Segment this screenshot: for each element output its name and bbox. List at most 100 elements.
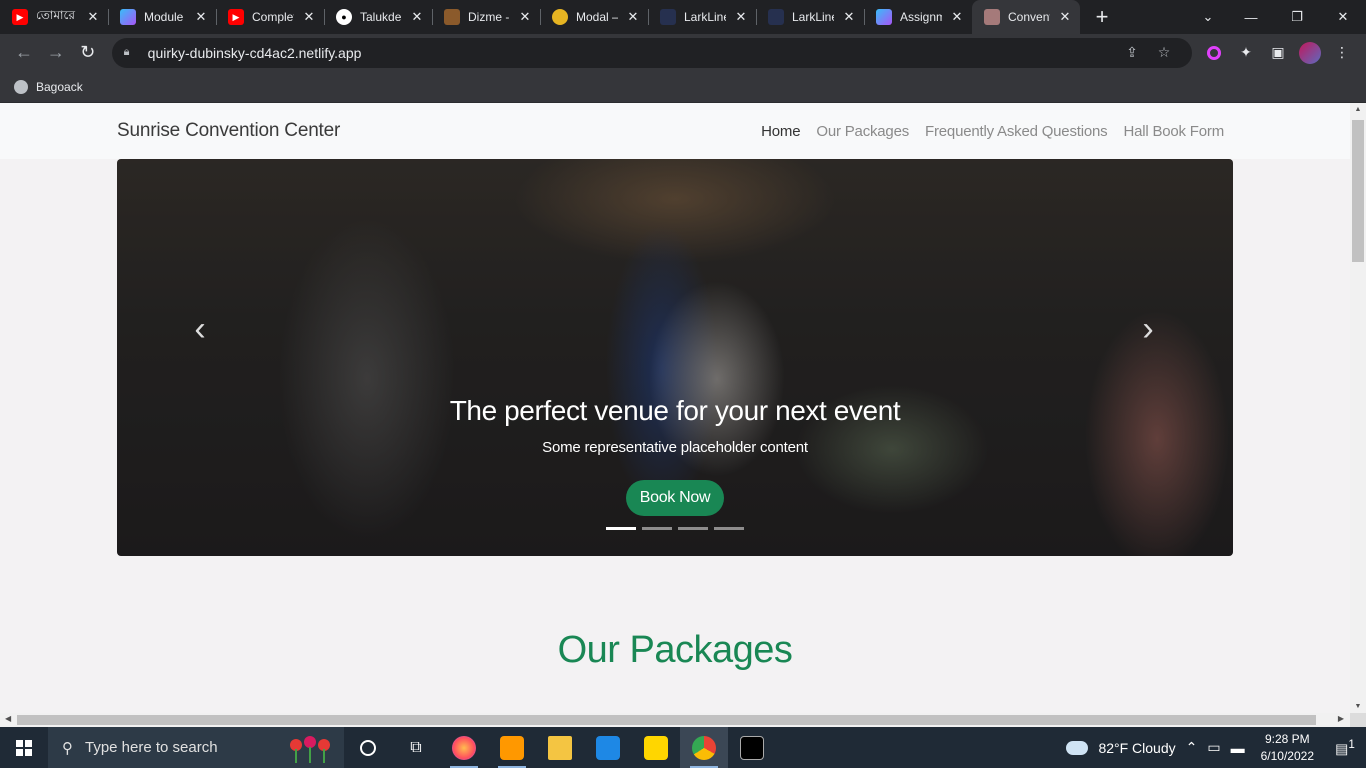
browser-tab[interactable]: ▶ Complet ✕: [216, 0, 324, 34]
media-player-icon[interactable]: [632, 727, 680, 768]
carousel-prev-button[interactable]: ‹: [185, 309, 215, 349]
site-brand[interactable]: Sunrise Convention Center: [117, 120, 340, 142]
nav-link-home[interactable]: Home: [761, 123, 800, 140]
browser-tab[interactable]: Assignm ✕: [864, 0, 972, 34]
tab-search-icon[interactable]: ⌄: [1188, 0, 1228, 34]
youtube-icon: ▶: [12, 9, 28, 25]
flowers-icon: [290, 735, 330, 763]
weather-cloud-icon: [1066, 740, 1089, 755]
carousel-caption: The perfect venue for your next event So…: [117, 395, 1233, 516]
tab-title: Dizme -: [468, 10, 510, 24]
scroll-down-icon[interactable]: ▼: [1354, 703, 1362, 710]
start-button[interactable]: [0, 727, 48, 768]
module-icon: [120, 9, 136, 25]
vertical-scrollbar[interactable]: ▲ ▼: [1350, 103, 1366, 713]
close-icon[interactable]: ✕: [626, 9, 640, 25]
browser-tab-active[interactable]: Convent ✕: [972, 0, 1080, 34]
vscode-icon[interactable]: [584, 727, 632, 768]
network-icon[interactable]: ▭: [1207, 739, 1220, 756]
system-tray: 82°F Cloudy ⌃ ▭ ▬ 9:28 PM 6/10/2022 ▤1: [1066, 731, 1366, 765]
carousel-indicator[interactable]: [678, 527, 708, 530]
close-icon[interactable]: ✕: [1058, 9, 1072, 25]
vertical-scroll-thumb[interactable]: [1352, 120, 1364, 262]
menu-kebab-icon[interactable]: ⋮: [1326, 37, 1358, 69]
firefox-icon[interactable]: [440, 727, 488, 768]
carousel-indicator[interactable]: [606, 527, 636, 530]
extension-ring-icon[interactable]: [1198, 37, 1230, 69]
battery-icon[interactable]: ▬: [1231, 740, 1245, 756]
scroll-right-icon[interactable]: ▶: [1338, 714, 1344, 723]
terminal-icon[interactable]: [728, 727, 776, 768]
larkline-icon: [660, 9, 676, 25]
share-icon[interactable]: ⇪: [1116, 44, 1148, 61]
url-text[interactable]: quirky-dubinsky-cd4ac2.netlify.app: [148, 45, 1116, 61]
book-now-button[interactable]: Book Now: [625, 480, 725, 516]
extensions-puzzle-icon[interactable]: ✦: [1230, 37, 1262, 69]
carousel-next-button[interactable]: ›: [1133, 309, 1163, 349]
task-view-icon[interactable]: ⧉: [392, 727, 440, 768]
restore-button[interactable]: ❐: [1274, 0, 1320, 34]
taskbar-search-box[interactable]: ⚲ Type here to search: [48, 727, 344, 768]
file-explorer-icon[interactable]: [536, 727, 584, 768]
clock[interactable]: 9:28 PM 6/10/2022: [1261, 731, 1314, 765]
horizontal-scroll-thumb[interactable]: [17, 715, 1316, 725]
tab-title: Module: [144, 10, 184, 24]
tab-title: তোমারে: [36, 8, 75, 22]
nav-link-hall-book-form[interactable]: Hall Book Form: [1123, 123, 1224, 140]
tab-title: Talukder: [360, 10, 402, 24]
cortana-icon[interactable]: [344, 727, 392, 768]
scroll-up-icon[interactable]: ▲: [1354, 106, 1362, 113]
reload-icon[interactable]: ↻: [72, 37, 104, 69]
chrome-icon[interactable]: [680, 727, 728, 768]
minimize-button[interactable]: —: [1228, 0, 1274, 34]
notification-icon[interactable]: ▤1: [1330, 738, 1360, 758]
module-icon: [876, 9, 892, 25]
carousel-indicator[interactable]: [642, 527, 672, 530]
bookmark-star-icon[interactable]: ☆: [1148, 44, 1180, 61]
carousel-indicator[interactable]: [714, 527, 744, 530]
tab-title: Complet: [252, 10, 294, 24]
chevron-up-icon[interactable]: ⌃: [1186, 739, 1198, 756]
carousel-heading: The perfect venue for your next event: [449, 395, 901, 426]
browser-tab[interactable]: Module ✕: [108, 0, 216, 34]
close-icon[interactable]: ✕: [410, 9, 424, 25]
notification-count: 1: [1348, 737, 1355, 751]
tab-title: Convent: [1008, 10, 1050, 24]
bookmark-item[interactable]: Bagoack: [36, 80, 83, 94]
github-icon: ●: [336, 9, 352, 25]
page-viewport: Sunrise Convention Center Home Our Packa…: [0, 103, 1350, 713]
scroll-left-icon[interactable]: ◀: [5, 714, 11, 723]
close-window-button[interactable]: ✕: [1320, 0, 1366, 34]
weather-text[interactable]: 82°F Cloudy: [1098, 740, 1175, 756]
profile-avatar[interactable]: [1299, 41, 1321, 64]
close-icon[interactable]: ✕: [86, 9, 100, 25]
close-icon[interactable]: ✕: [842, 9, 856, 25]
browser-tab[interactable]: Modal – ✕: [540, 0, 648, 34]
sublime-text-icon[interactable]: [488, 727, 536, 768]
forward-icon[interactable]: →: [40, 37, 72, 69]
nav-link-packages[interactable]: Our Packages: [816, 123, 909, 140]
address-bar[interactable]: 🔒︎ quirky-dubinsky-cd4ac2.netlify.app ⇪ …: [111, 37, 1192, 68]
close-icon[interactable]: ✕: [302, 9, 316, 25]
browser-tab[interactable]: LarkLine ✕: [756, 0, 864, 34]
browser-tab[interactable]: Dizme - ✕: [432, 0, 540, 34]
browser-tab[interactable]: ▶ তোমারে ✕: [0, 0, 108, 34]
side-panel-icon[interactable]: ▣: [1262, 37, 1294, 69]
tab-title: LarkLine: [792, 10, 834, 24]
dizme-icon: [444, 9, 460, 25]
section-title-packages: Our Packages: [557, 629, 793, 671]
back-icon[interactable]: ←: [8, 37, 40, 69]
browser-tab[interactable]: LarkLine ✕: [648, 0, 756, 34]
close-icon[interactable]: ✕: [518, 9, 532, 25]
new-tab-button[interactable]: +: [1084, 0, 1120, 34]
tab-title: Modal –: [576, 10, 618, 24]
browser-tab[interactable]: ● Talukder ✕: [324, 0, 432, 34]
globe-icon: [14, 79, 28, 94]
search-placeholder: Type here to search: [85, 739, 218, 756]
close-icon[interactable]: ✕: [734, 9, 748, 25]
nav-link-faq[interactable]: Frequently Asked Questions: [925, 123, 1108, 140]
horizontal-scrollbar[interactable]: ◀ ▶: [0, 713, 1350, 727]
close-icon[interactable]: ✕: [950, 9, 964, 25]
close-icon[interactable]: ✕: [194, 9, 208, 25]
tab-title: Assignm: [900, 10, 942, 24]
